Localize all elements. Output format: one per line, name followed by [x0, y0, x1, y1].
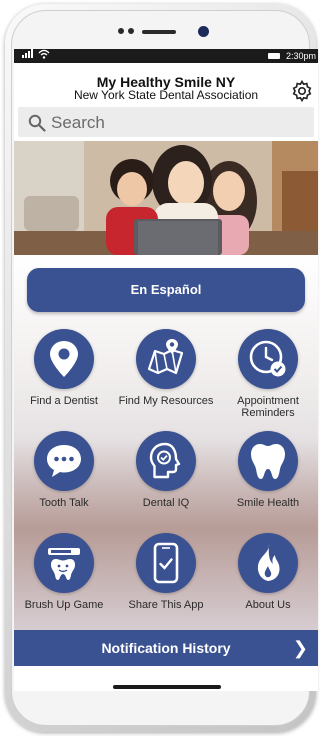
- toothbrush-icon: [34, 533, 94, 593]
- search-icon: [28, 114, 46, 132]
- app-header: My Healthy Smile NY New York State Denta…: [14, 63, 318, 105]
- tile-label: Smile Health: [236, 497, 300, 509]
- speaker-dot: [128, 28, 134, 34]
- family-photo: [14, 141, 318, 255]
- tile-label: Tooth Talk: [39, 497, 89, 509]
- tile-label: About Us: [245, 599, 291, 611]
- wifi-icon: [38, 49, 50, 64]
- front-camera: [198, 26, 209, 37]
- language-spanish-button[interactable]: En Español: [27, 268, 305, 312]
- tile-about-us[interactable]: About Us: [218, 533, 318, 623]
- tooth-icon: [238, 431, 298, 491]
- notification-history-label: Notification History: [101, 640, 231, 656]
- tile-brush-up-game[interactable]: Brush Up Game: [14, 533, 114, 623]
- speaker-dot: [118, 28, 124, 34]
- battery-icon: [268, 53, 280, 59]
- gear-icon[interactable]: [290, 79, 314, 103]
- tile-label: Appointment Reminders: [237, 395, 299, 419]
- search-placeholder: Search: [51, 113, 105, 132]
- tile-share-this-app[interactable]: Share This App: [116, 533, 216, 623]
- chevron-right-icon: ❯: [292, 638, 308, 658]
- tile-label: Share This App: [128, 599, 204, 611]
- location-pin-icon: [34, 329, 94, 389]
- phone-check-icon: [136, 533, 196, 593]
- app-subtitle: New York State Dental Association: [73, 88, 259, 102]
- status-bar: 2:30pm: [14, 49, 318, 63]
- tile-dental-iq[interactable]: Dental IQ: [116, 431, 216, 521]
- clock-check-icon: [238, 329, 298, 389]
- speaker-grille: [142, 30, 176, 34]
- tile-label: Find My Resources: [118, 395, 214, 407]
- tile-label: Dental IQ: [142, 497, 190, 509]
- tile-find-a-dentist[interactable]: Find a Dentist: [14, 329, 114, 419]
- head-check-icon: [136, 431, 196, 491]
- tile-appointment-reminders[interactable]: Appointment Reminders: [218, 329, 318, 419]
- tile-label: Brush Up Game: [24, 599, 104, 611]
- app-screen: 2:30pm My Healthy Smile NY New York Stat…: [14, 49, 318, 691]
- notification-history-button[interactable]: Notification History ❯: [14, 630, 318, 666]
- tile-find-my-resources[interactable]: Find My Resources: [116, 329, 216, 419]
- status-time: 2:30pm: [285, 51, 316, 61]
- tile-label: Find a Dentist: [30, 395, 98, 407]
- flame-icon: [238, 533, 298, 593]
- signal-icon: [22, 49, 34, 63]
- tile-tooth-talk[interactable]: Tooth Talk: [14, 431, 114, 521]
- search-bar[interactable]: Search: [18, 107, 314, 137]
- home-indicator[interactable]: [113, 685, 221, 689]
- tile-smile-health[interactable]: Smile Health: [218, 431, 318, 521]
- map-icon: [136, 329, 196, 389]
- chat-bubble-icon: [34, 431, 94, 491]
